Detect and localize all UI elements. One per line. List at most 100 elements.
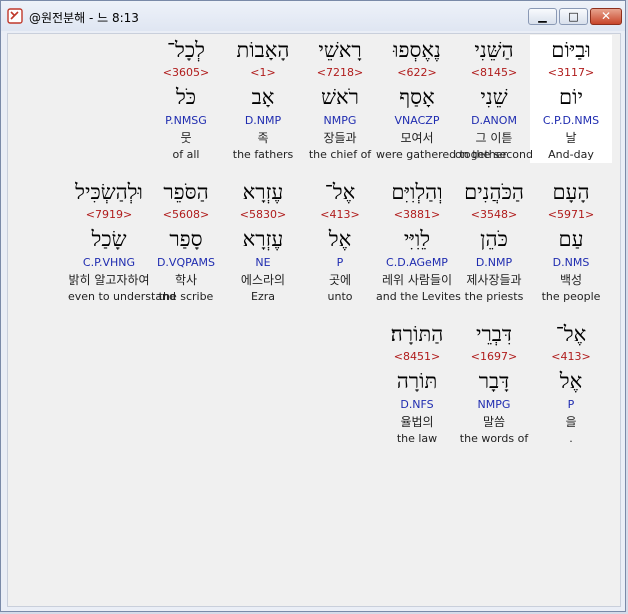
strong-number: <5830> [239, 208, 287, 221]
strong-number: <8451> [393, 350, 441, 363]
word-block[interactable]: הַשֵּׁנִי <8145> שֵׁנִי D.ANOM 그 이튿 on the se… [453, 35, 535, 163]
lemma-word: דָּבָר [478, 369, 510, 393]
english-gloss: the fathers [232, 148, 294, 161]
english-gloss: . [569, 432, 573, 445]
strong-number: <1> [250, 66, 276, 79]
minimize-button[interactable]: ▁ [528, 8, 557, 25]
strong-number: <8145> [470, 66, 518, 79]
english-gloss: the people [541, 290, 601, 303]
strong-number: <413> [551, 350, 591, 363]
lemma-word: עֶזְרָא [242, 227, 284, 251]
lemma-word: רֹאשׁ [321, 85, 359, 109]
hebrew-word: אֶל־ [555, 322, 587, 346]
english-gloss: unto [327, 290, 353, 303]
morph-code: D.NMP [475, 256, 513, 269]
hebrew-word: דִּבְרֵי [475, 322, 513, 346]
word-block[interactable]: אֶל־ <413> אֶל P 을. [530, 319, 612, 447]
hebrew-word: הַסֹּפֵר [163, 180, 209, 204]
word-block[interactable]: הָעָם <5971> עַם D.NMS 백성 the people [530, 177, 612, 305]
morph-code: NE [255, 256, 271, 269]
morph-code: P [336, 256, 344, 269]
english-gloss: the chief of [308, 148, 372, 161]
korean-gloss: 뭇 [180, 131, 192, 145]
hebrew-word: עֶזְרָא [242, 180, 284, 204]
word-block[interactable]: דִּבְרֵי <1697> דָּבָר NMPG 말씀 the words of [453, 319, 535, 447]
strong-number: <3881> [393, 208, 441, 221]
korean-gloss: 족 [257, 131, 269, 145]
korean-gloss: 말씀 [482, 415, 506, 429]
word-block[interactable]: לְכָל־ <3605> כֹּל P.NMSG 뭇 of all [145, 35, 227, 163]
morph-code: D.NMP [244, 114, 282, 127]
app-window: @원전분해 - 느 8:13 ▁ □ ✕ וּבַיּוֹם <3117> יוֹם… [0, 0, 626, 612]
maximize-button[interactable]: □ [559, 8, 588, 25]
english-gloss: the law [396, 432, 438, 445]
english-gloss: Ezra [251, 290, 275, 303]
lemma-word: עַם [558, 227, 584, 251]
korean-gloss: 에스라의 [240, 273, 286, 287]
strong-number: <3117> [547, 66, 595, 79]
word-block[interactable]: וּבַיּוֹם <3117> יוֹם C.P.D.NMS 날 And-day [530, 35, 612, 163]
english-gloss: even to understand [68, 290, 177, 303]
word-block[interactable]: וְהַלְוִיִּם <3881> לֵוִיִּי C.D.AGeMP 레위 사람… [376, 177, 461, 305]
lemma-word: אָב [251, 85, 275, 109]
morph-code: VNACZP [394, 114, 440, 127]
morph-code: P.NMSG [165, 114, 207, 127]
korean-gloss: 학사 [174, 273, 198, 287]
lemma-word: כֹּל [175, 85, 197, 109]
close-button[interactable]: ✕ [590, 8, 622, 25]
word-block[interactable]: עֶזְרָא <5830> עֶזְרָא NE 에스라의 Ezra [222, 177, 304, 305]
korean-gloss: 날 [565, 131, 577, 145]
lemma-word: כֹּהֵן [480, 227, 508, 251]
korean-gloss: 장들과 [323, 131, 357, 145]
morph-code: D.VQPAMS [156, 256, 216, 269]
lemma-word: אֶל [328, 227, 352, 251]
hebrew-word: לְכָל־ [167, 38, 205, 62]
korean-gloss: 모여서 [400, 131, 434, 145]
english-gloss: And-day [548, 148, 594, 161]
word-block[interactable]: אֶל־ <413> אֶל P 곳에 unto [299, 177, 381, 305]
strong-number: <5608> [162, 208, 210, 221]
word-block[interactable]: הַכֹּהֲנִים <3548> כֹּהֵן D.NMP 제사장들과 the pri… [453, 177, 535, 305]
lemma-word: שֵׁנִי [480, 85, 508, 109]
morph-code: NMPG [323, 114, 357, 127]
morph-code: D.NMS [552, 256, 590, 269]
korean-gloss: 을 [565, 415, 577, 429]
strong-number: <3605> [162, 66, 210, 79]
strong-number: <5971> [547, 208, 595, 221]
strong-number: <3548> [470, 208, 518, 221]
hebrew-word: וְהַלְוִיִּם [391, 180, 443, 204]
word-block[interactable]: הַתּוֹרָה׃ <8451> תּוֹרָה D.NFS 율법의 the law [376, 319, 458, 447]
word-block[interactable]: הַסֹּפֵר <5608> סָפַר D.VQPAMS 학사 the scribe [145, 177, 227, 305]
hebrew-word: וּלְהַשְׂכִּיל [75, 180, 143, 204]
morph-code: NMPG [477, 398, 511, 411]
lemma-word: אָסַף [399, 85, 435, 109]
lemma-word: שָׂכַל [91, 227, 127, 251]
hebrew-word: הַכֹּהֲנִים [464, 180, 524, 204]
korean-gloss: 백성 [559, 273, 583, 287]
word-block[interactable]: וּלְהַשְׂכִּיל <7919> שָׂכַל C.P.VHNG 밝히 알고자… [68, 177, 177, 305]
lemma-word: יוֹם [559, 85, 583, 109]
korean-gloss: 레위 사람들이 [381, 273, 453, 287]
strong-number: <7218> [316, 66, 364, 79]
korean-gloss: 율법의 [400, 415, 434, 429]
hebrew-word: וּבַיּוֹם [551, 38, 591, 62]
word-block[interactable]: נֶאֶסְפוּ <622> אָסַף VNACZP 모여서 were gathere… [376, 35, 507, 163]
morph-code: C.D.AGeMP [386, 256, 448, 269]
app-icon [7, 8, 23, 24]
morph-code: C.P.D.NMS [542, 114, 600, 127]
hebrew-word: הַתּוֹרָה׃ [390, 322, 444, 346]
hebrew-word: הָאָבוֹת [236, 38, 290, 62]
word-block[interactable]: הָאָבוֹת <1> אָב D.NMP 족 the fathers [222, 35, 304, 163]
strong-number: <622> [397, 66, 437, 79]
english-gloss: of all [172, 148, 200, 161]
morph-code: D.NFS [400, 398, 434, 411]
english-gloss: the words of [459, 432, 529, 445]
word-block[interactable]: רָאשֵׁי <7218> רֹאשׁ NMPG 장들과 the chief of [299, 35, 381, 163]
korean-gloss: 그 이튿 [475, 131, 513, 145]
english-gloss: and the Levites [376, 290, 461, 303]
lemma-word: אֶל [559, 369, 583, 393]
title-bar[interactable]: @원전분해 - 느 8:13 ▁ □ ✕ [1, 1, 625, 31]
hebrew-word: רָאשֵׁי [318, 38, 362, 62]
interlinear-panel: וּבַיּוֹם <3117> יוֹם C.P.D.NMS 날 And-day הַשֵ… [7, 33, 621, 607]
minimize-icon: ▁ [538, 10, 547, 23]
